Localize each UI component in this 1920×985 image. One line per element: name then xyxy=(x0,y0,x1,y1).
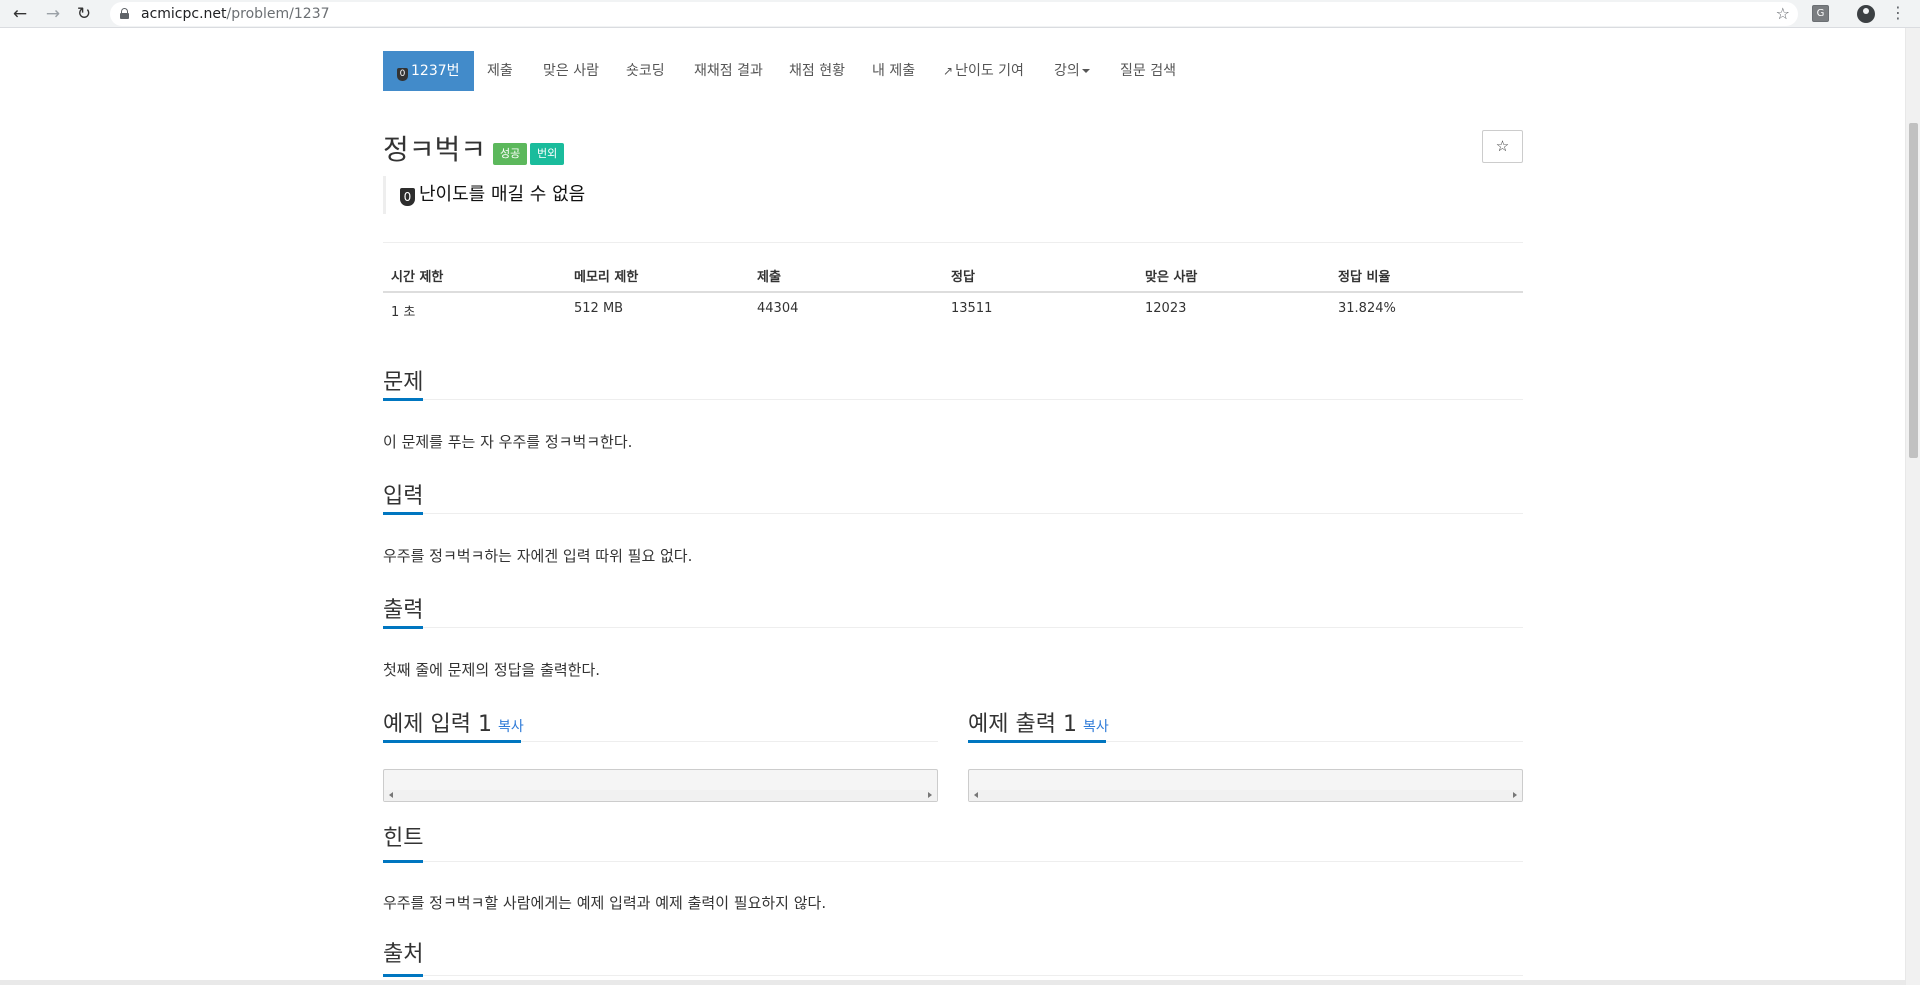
tier-unrated-icon: 0 xyxy=(397,68,408,81)
header-accepted: 정답 xyxy=(951,270,975,285)
section-title-sample-input: 예제 입력 1 복사 xyxy=(383,706,524,738)
cell-time-limit: 1 초 xyxy=(391,305,416,320)
description-text: 이 문제를 푸는 자 우주를 정ㅋ벅ㅋ한다. xyxy=(383,433,633,451)
copy-sample-output-button[interactable]: 복사 xyxy=(1083,719,1109,735)
header-memory-limit: 메모리 제한 xyxy=(574,270,639,285)
scroll-right-icon[interactable] xyxy=(1513,792,1517,798)
menu-lectures[interactable]: 강의 xyxy=(1054,51,1090,91)
header-solvers: 맞은 사람 xyxy=(1145,270,1198,285)
status-badge-success: 성공 xyxy=(493,143,528,165)
sample-input-box[interactable] xyxy=(383,769,938,802)
menu-problem-number[interactable]: 0 1237번 xyxy=(383,51,474,91)
tier-unrated-icon: 0 xyxy=(400,188,415,206)
section-divider xyxy=(383,513,1523,514)
output-text: 첫째 줄에 문제의 정답을 출력한다. xyxy=(383,661,601,679)
section-divider xyxy=(383,399,1523,400)
section-title-sample-output: 예제 출력 1 복사 xyxy=(968,706,1109,738)
horizontal-scrollbar[interactable] xyxy=(0,980,1905,985)
sample-input-scrollbar[interactable] xyxy=(384,790,937,801)
menu-difficulty-contribution[interactable]: ↗ 난이도 기여 xyxy=(943,51,1024,91)
menu-lectures-label: 강의 xyxy=(1054,63,1080,79)
copy-sample-input-button[interactable]: 복사 xyxy=(498,719,524,735)
sample-output-scrollbar[interactable] xyxy=(969,790,1522,801)
vertical-scrollbar[interactable] xyxy=(1905,28,1920,985)
problem-number-label: 1237번 xyxy=(411,63,460,79)
menu-rejudge-results[interactable]: 재채점 결과 xyxy=(694,51,763,91)
section-underline xyxy=(383,740,521,743)
section-divider xyxy=(383,627,1523,628)
section-title-description: 문제 xyxy=(383,370,424,395)
favorite-star-button[interactable]: ☆ xyxy=(1482,130,1523,163)
section-divider xyxy=(383,861,1523,862)
scroll-left-icon[interactable] xyxy=(974,792,978,798)
cell-ratio: 31.824% xyxy=(1338,301,1396,316)
section-underline xyxy=(383,398,423,401)
cell-accepted: 13511 xyxy=(951,301,993,316)
section-underline xyxy=(383,626,423,629)
divider xyxy=(383,242,1523,243)
sample-output-box[interactable] xyxy=(968,769,1523,802)
menu-accepted-users[interactable]: 맞은 사람 xyxy=(543,51,599,91)
kebab-menu-icon[interactable]: ⋮ xyxy=(1890,3,1906,22)
url-path: /problem/1237 xyxy=(226,6,330,22)
hint-text: 우주를 정ㅋ벅ㅋ할 사람에게는 예제 입력과 예제 출력이 필요하지 않다. xyxy=(383,894,827,912)
menu-question-search[interactable]: 질문 검색 xyxy=(1120,51,1176,91)
back-arrow-icon[interactable]: ← xyxy=(9,3,31,25)
profile-avatar-icon[interactable] xyxy=(1857,5,1875,23)
section-title-hint: 힌트 xyxy=(383,826,424,851)
section-underline xyxy=(968,740,1106,743)
address-bar[interactable]: acmicpc.net/problem/1237 ☆ xyxy=(110,2,1798,26)
sample-input-title: 예제 입력 1 xyxy=(383,712,492,737)
forward-arrow-icon[interactable]: → xyxy=(42,3,64,25)
header-ratio: 정답 비율 xyxy=(1338,270,1391,285)
caret-down-icon xyxy=(1081,69,1090,73)
cell-submissions: 44304 xyxy=(757,301,799,316)
cell-memory-limit: 512 MB xyxy=(574,301,624,316)
bookmark-star-icon[interactable]: ☆ xyxy=(1776,4,1790,23)
scroll-left-icon[interactable] xyxy=(389,792,393,798)
external-link-icon: ↗ xyxy=(943,64,954,78)
input-text: 우주를 정ㅋ벅ㅋ하는 자에겐 입력 따위 필요 없다. xyxy=(383,547,693,565)
section-title-output: 출력 xyxy=(383,598,424,623)
section-title-input: 입력 xyxy=(383,484,424,509)
status-badge-extra: 번외 xyxy=(530,143,565,165)
star-icon: ☆ xyxy=(1495,137,1510,155)
reload-icon[interactable]: ↻ xyxy=(73,3,95,25)
cell-solvers: 12023 xyxy=(1145,301,1187,316)
header-submissions: 제출 xyxy=(757,270,781,285)
scrollbar-thumb[interactable] xyxy=(1909,123,1918,458)
menu-my-submissions[interactable]: 내 제출 xyxy=(872,51,915,91)
menu-difficulty-label: 난이도 기여 xyxy=(955,63,1024,79)
difficulty-text: 난이도를 매길 수 없음 xyxy=(419,184,586,205)
extension-icon[interactable]: G xyxy=(1812,5,1829,22)
section-title-source: 출처 xyxy=(383,942,424,967)
browser-toolbar: ← → ↻ acmicpc.net/problem/1237 ☆ G ⋮ xyxy=(0,0,1920,28)
sample-output-title: 예제 출력 1 xyxy=(968,712,1077,737)
menu-status[interactable]: 채점 현황 xyxy=(789,51,845,91)
menu-short-coding[interactable]: 숏코딩 xyxy=(626,51,665,91)
problem-title: 정ㅋ벅ㅋ xyxy=(383,133,487,166)
scroll-right-icon[interactable] xyxy=(928,792,932,798)
section-underline xyxy=(383,974,423,977)
difficulty-tier: 0 난이도를 매길 수 없음 xyxy=(383,176,585,214)
header-time-limit: 시간 제한 xyxy=(391,270,444,285)
url-text[interactable]: acmicpc.net/problem/1237 xyxy=(141,6,330,22)
section-divider xyxy=(383,975,1523,976)
table-header-border xyxy=(383,291,1523,293)
lock-icon xyxy=(120,8,129,19)
menu-submit[interactable]: 제출 xyxy=(487,51,513,91)
section-underline xyxy=(383,860,423,863)
url-domain: acmicpc.net xyxy=(141,6,227,22)
section-underline xyxy=(383,512,423,515)
